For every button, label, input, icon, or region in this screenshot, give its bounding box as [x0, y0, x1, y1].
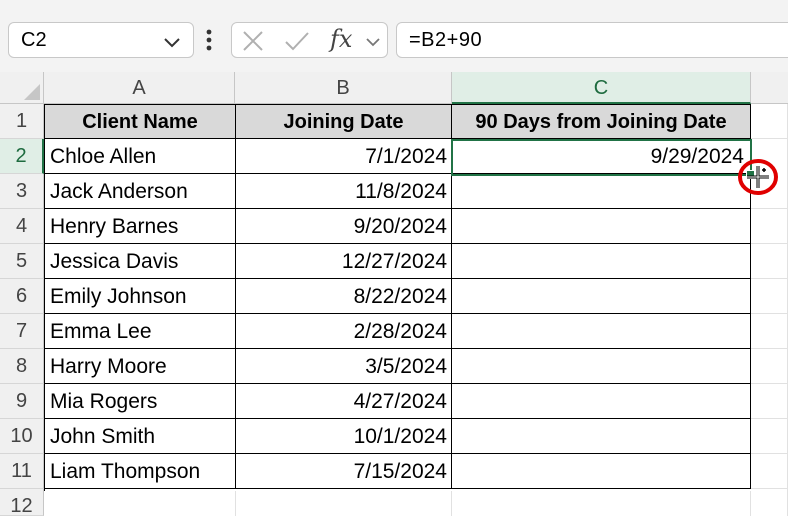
table-cell-date[interactable]: 9/20/2024	[236, 209, 452, 244]
gridline	[750, 491, 751, 516]
table-cell-date[interactable]: 8/22/2024	[236, 279, 452, 314]
table-cell-name[interactable]: Chloe Allen	[45, 139, 236, 174]
table-cell-result[interactable]	[452, 384, 751, 419]
row-header-3[interactable]: 3	[0, 174, 44, 209]
insert-function-icon[interactable]: fx	[330, 25, 352, 53]
table-cell-result[interactable]	[452, 314, 751, 349]
gridline	[751, 138, 788, 139]
formula-bar: C2 fx =B2+90	[0, 8, 788, 72]
fill-handle-cursor-icon	[738, 159, 778, 195]
table-header-90-days[interactable]: 90 Days from Joining Date	[452, 105, 751, 139]
row-header-1[interactable]: 1	[0, 104, 44, 139]
table-cell-name[interactable]: Henry Barnes	[45, 209, 236, 244]
table-cell-date[interactable]: 7/15/2024	[236, 454, 452, 489]
gridline	[751, 418, 788, 419]
name-box[interactable]: C2	[8, 22, 194, 58]
function-buttons: fx	[231, 22, 388, 58]
table-cell-result[interactable]	[452, 174, 751, 209]
column-header-a[interactable]: A	[44, 72, 235, 104]
column-header-b[interactable]: B	[235, 72, 452, 104]
row-header-2[interactable]: 2	[0, 139, 44, 174]
formula-text: =B2+90	[409, 29, 483, 51]
table-cell-name[interactable]: Jack Anderson	[45, 174, 236, 209]
table-cell-name[interactable]: Liam Thompson	[45, 454, 236, 489]
table-cell-name[interactable]: Mia Rogers	[45, 384, 236, 419]
table-cell-name[interactable]: Emily Johnson	[45, 279, 236, 314]
table-cell-name[interactable]: Harry Moore	[45, 349, 236, 384]
table-cell-result[interactable]	[452, 209, 751, 244]
gridline	[751, 278, 788, 279]
select-all-button[interactable]	[0, 72, 44, 104]
gridline	[751, 313, 788, 314]
table-cell-result[interactable]	[452, 419, 751, 454]
gridline	[235, 491, 236, 516]
gridline	[751, 488, 788, 489]
cancel-icon[interactable]	[242, 30, 264, 52]
gridline	[751, 243, 788, 244]
select-all-triangle-icon	[24, 84, 40, 100]
row-header-7[interactable]: 7	[0, 314, 44, 349]
table-cell-name[interactable]: Jessica Davis	[45, 244, 236, 279]
table-header-client-name[interactable]: Client Name	[45, 105, 236, 139]
formula-input[interactable]: =B2+90	[396, 22, 788, 58]
chevron-down-icon[interactable]	[364, 35, 382, 49]
table-cell-name[interactable]: Emma Lee	[45, 314, 236, 349]
row-header-9[interactable]: 9	[0, 384, 44, 419]
gridline	[751, 453, 788, 454]
row-header-5[interactable]: 5	[0, 244, 44, 279]
gridline	[751, 348, 788, 349]
table-cell-date[interactable]: 2/28/2024	[236, 314, 452, 349]
gridline	[751, 383, 788, 384]
table-cell-date[interactable]: 10/1/2024	[236, 419, 452, 454]
enter-icon[interactable]	[284, 30, 310, 52]
table-cell-result[interactable]	[452, 279, 751, 314]
table-cell-date[interactable]: 3/5/2024	[236, 349, 452, 384]
row-header-6[interactable]: 6	[0, 279, 44, 314]
row-header-12[interactable]: 12	[0, 489, 44, 517]
more-options-icon[interactable]	[203, 26, 215, 54]
chevron-down-icon[interactable]	[161, 33, 183, 51]
table-cell-name[interactable]: John Smith	[45, 419, 236, 454]
column-header-c[interactable]: C	[452, 72, 751, 104]
gridline	[751, 208, 788, 209]
table-cell-date[interactable]: 4/27/2024	[236, 384, 452, 419]
row-header-11[interactable]: 11	[0, 454, 44, 489]
table-cell-result[interactable]	[452, 349, 751, 384]
column-header-d[interactable]	[751, 72, 788, 104]
row-header-4[interactable]: 4	[0, 209, 44, 244]
table-cell-result[interactable]	[452, 454, 751, 489]
table-cell-date[interactable]: 12/27/2024	[236, 244, 452, 279]
gridline	[451, 491, 452, 516]
row-header-10[interactable]: 10	[0, 419, 44, 454]
table-cell-result[interactable]: 9/29/2024	[452, 139, 751, 174]
table-cell-result[interactable]	[452, 244, 751, 279]
table-header-joining-date[interactable]: Joining Date	[236, 105, 452, 139]
table-cell-date[interactable]: 7/1/2024	[236, 139, 452, 174]
table-cell-date[interactable]: 11/8/2024	[236, 174, 452, 209]
row-header-8[interactable]: 8	[0, 349, 44, 384]
name-box-value: C2	[21, 29, 47, 51]
